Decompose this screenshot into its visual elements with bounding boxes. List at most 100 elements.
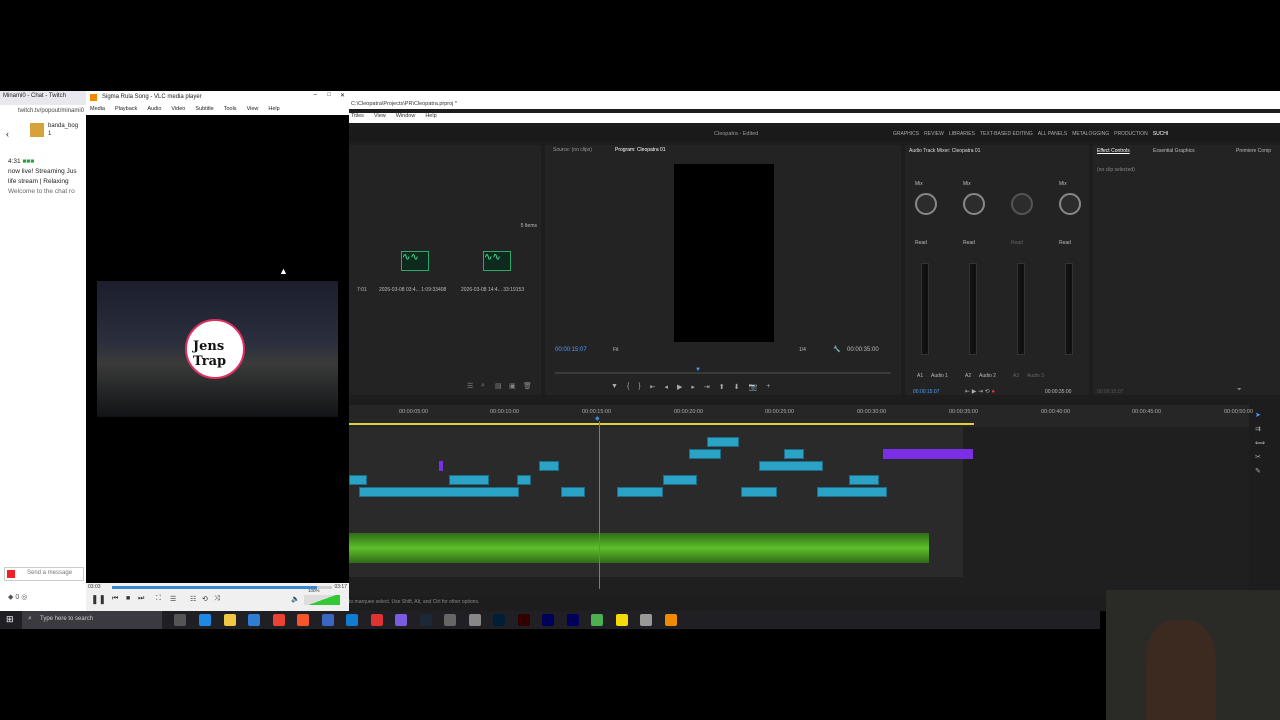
fader-3[interactable] <box>1017 263 1025 355</box>
maximize-icon[interactable]: □ <box>327 92 331 98</box>
app-icon[interactable] <box>469 614 481 626</box>
minimize-icon[interactable]: – <box>314 92 317 98</box>
app-icon[interactable] <box>640 614 652 626</box>
timeline-ruler[interactable]: 00:00:05:00 00:00:10:00 00:00:15:00 00:0… <box>349 405 1253 427</box>
pan-knob-4[interactable] <box>1059 193 1081 215</box>
tab-effect-controls[interactable]: Effect Controls <box>1097 148 1130 154</box>
ws-text-editing[interactable]: TEXT-BASED EDITING <box>980 131 1033 137</box>
video-clip[interactable] <box>663 475 697 485</box>
ws-production[interactable]: PRODUCTION <box>1114 131 1148 137</box>
tab-premiere-comp[interactable]: Premiere Comp <box>1236 148 1271 154</box>
fit-dropdown[interactable]: Fit <box>613 347 619 353</box>
file-explorer-icon[interactable] <box>224 614 236 626</box>
sticky-notes-icon[interactable] <box>616 614 628 626</box>
marker-icon[interactable]: ▼ <box>611 383 618 391</box>
playhead-icon[interactable]: ▼ <box>695 367 701 373</box>
mixer-title[interactable]: Audio Track Mixer: Cleopatra 01 <box>909 148 980 154</box>
app-icon[interactable] <box>346 614 358 626</box>
playhead-handle-icon[interactable]: ◆ <box>595 415 600 422</box>
bits-icon[interactable]: ◆ <box>8 594 13 601</box>
edge-icon[interactable] <box>199 614 211 626</box>
new-item-icon[interactable]: ▣ <box>509 382 516 390</box>
address-bar[interactable]: twitch.tv/popout/minami0 <box>0 105 86 119</box>
ripple-edit-icon[interactable]: ⟺ <box>1255 437 1273 451</box>
photoshop-icon[interactable] <box>493 614 505 626</box>
video-clip[interactable] <box>741 487 777 497</box>
video-clip[interactable] <box>689 449 721 459</box>
ws-all-panels[interactable]: ALL PANELS <box>1038 131 1067 137</box>
automation-mode-4[interactable]: Read <box>1059 240 1071 246</box>
menu-media[interactable]: Media <box>90 106 105 114</box>
purple-clip[interactable] <box>439 461 443 471</box>
video-clip[interactable] <box>849 475 879 485</box>
menu-audio[interactable]: Audio <box>147 106 161 114</box>
video-clip[interactable] <box>817 487 887 497</box>
tab-essential-graphics[interactable]: Essential Graphics <box>1153 148 1195 154</box>
seek-bar[interactable] <box>112 586 332 589</box>
video-clip[interactable] <box>617 487 663 497</box>
store-icon[interactable] <box>248 614 260 626</box>
menu-subtitle[interactable]: Subtitle <box>195 106 213 114</box>
purple-clip[interactable] <box>883 449 973 459</box>
after-effects-icon[interactable] <box>567 614 579 626</box>
back-arrow-icon[interactable]: ‹ <box>6 129 9 139</box>
work-area-bar[interactable] <box>349 423 974 425</box>
playlist-icon[interactable]: ☷ <box>190 595 196 603</box>
video-clip[interactable] <box>449 475 489 485</box>
play-icon[interactable]: ▶ <box>677 383 682 391</box>
quality-dropdown[interactable]: 1/4 <box>799 347 806 353</box>
app-icon[interactable] <box>371 614 383 626</box>
brave-icon[interactable] <box>297 614 309 626</box>
fader-4[interactable] <box>1065 263 1073 355</box>
menu-window[interactable]: Window <box>396 113 416 123</box>
app-icon[interactable] <box>322 614 334 626</box>
menu-tools[interactable]: Tools <box>224 106 237 114</box>
points-icon[interactable]: ◎ <box>21 594 27 601</box>
app-icon[interactable] <box>591 614 603 626</box>
ws-metalogging[interactable]: METALOGGING <box>1072 131 1109 137</box>
pan-knob-2[interactable] <box>963 193 985 215</box>
pause-icon[interactable]: ❚❚ <box>91 594 106 605</box>
program-timecode[interactable]: 00:00:15:07 <box>555 347 587 353</box>
tab-source[interactable]: Source: (no clips) <box>553 147 592 153</box>
video-clip[interactable] <box>561 487 585 497</box>
speaker-icon[interactable]: 🔈 <box>291 595 300 603</box>
selection-tool-icon[interactable]: ➤ <box>1255 409 1273 423</box>
ws-libraries[interactable]: LIBRARIES <box>949 131 975 137</box>
emote-icon[interactable] <box>7 570 15 578</box>
add-icon[interactable]: + <box>766 383 770 391</box>
step-forward-icon[interactable]: ▸ <box>691 383 695 391</box>
pan-knob-3[interactable] <box>1011 193 1033 215</box>
export-frame-icon[interactable]: 📷 <box>749 383 758 391</box>
illustrator-icon[interactable] <box>518 614 530 626</box>
timeline-playhead[interactable] <box>599 421 600 589</box>
record-icon[interactable]: ● <box>991 389 995 395</box>
vlc-taskbar-icon[interactable] <box>665 614 677 626</box>
menu-view[interactable]: View <box>374 113 386 123</box>
menu-help[interactable]: Help <box>425 113 436 123</box>
menu-titles[interactable]: Titles <box>351 113 364 123</box>
new-bin-icon[interactable]: ▤ <box>495 382 502 390</box>
tab-program[interactable]: Program: Cleopatra 01 <box>615 147 666 153</box>
loop-icon[interactable]: ⟲ <box>202 595 208 603</box>
automation-mode-3[interactable]: Read <box>1011 240 1023 246</box>
mixer-ch4-mix[interactable]: Mix <box>1059 181 1067 187</box>
video-clip[interactable] <box>707 437 739 447</box>
track-select-icon[interactable]: ⇉ <box>1255 423 1273 437</box>
taskbar-search[interactable]: ⌕ Type here to search <box>22 611 162 629</box>
razor-icon[interactable]: ✂ <box>1255 451 1273 465</box>
video-frame[interactable]: Jens Trap <box>97 281 338 417</box>
steam-icon[interactable] <box>420 614 432 626</box>
out-point-icon[interactable]: } <box>638 383 640 391</box>
fullscreen-icon[interactable]: ⛶ <box>156 595 161 603</box>
trash-icon[interactable]: 🗑 <box>523 382 532 390</box>
extract-icon[interactable]: ⬇ <box>734 383 740 391</box>
pan-knob-1[interactable] <box>915 193 937 215</box>
video-clip[interactable] <box>359 487 519 497</box>
mixer-ch1-mix[interactable]: Mix <box>915 181 923 187</box>
video-clip[interactable] <box>517 475 531 485</box>
ws-suchi[interactable]: SUCHI <box>1153 131 1169 137</box>
in-point-icon[interactable]: { <box>627 383 629 391</box>
obs-icon[interactable] <box>395 614 407 626</box>
mixer-transport[interactable]: ⇤ ▶ ⇥ ⟲ ● <box>965 388 995 395</box>
